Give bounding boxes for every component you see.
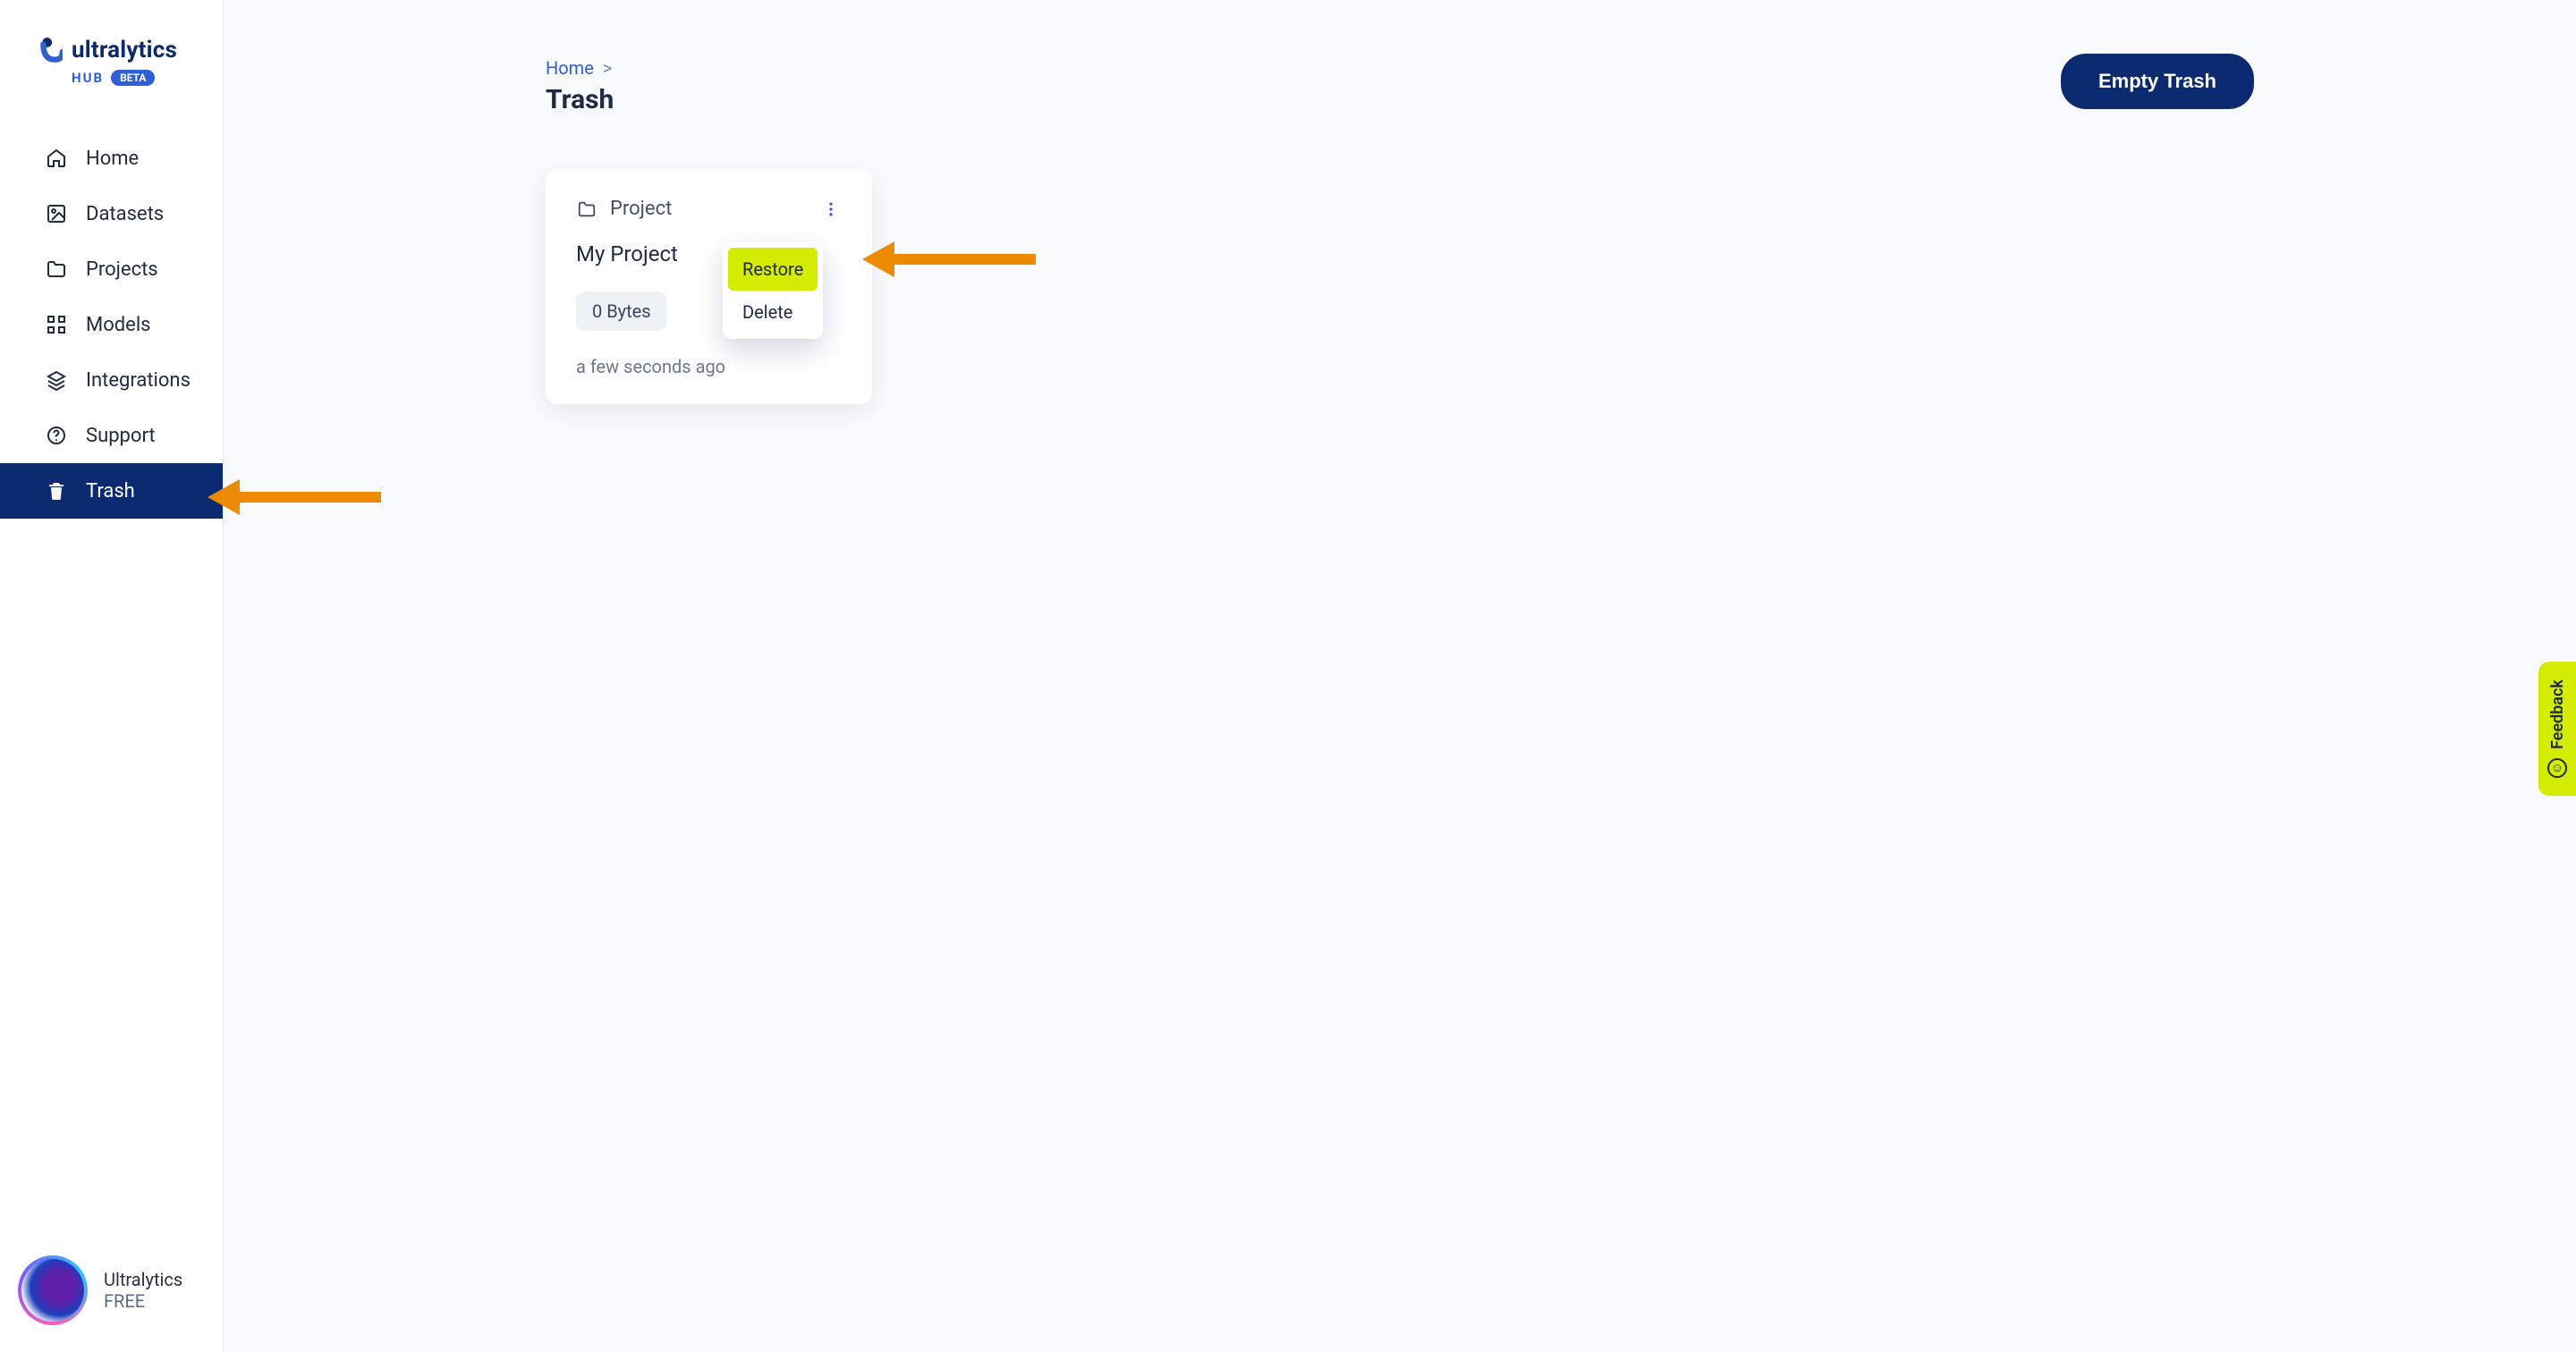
breadcrumb-sep: >	[603, 57, 612, 79]
beta-badge: BETA	[111, 70, 155, 86]
card-size-badge: 0 Bytes	[576, 292, 667, 331]
logo-mark-icon	[38, 34, 64, 66]
sidebar-item-label: Models	[86, 314, 151, 336]
more-vert-icon[interactable]	[820, 199, 842, 220]
card-type-label: Project	[610, 198, 672, 220]
account-name: Ultralytics	[104, 1269, 182, 1290]
menu-item-delete[interactable]: Delete	[723, 291, 823, 334]
trash-icon	[45, 479, 68, 503]
sidebar-item-label: Projects	[86, 258, 158, 281]
breadcrumb: Home >	[546, 57, 614, 79]
sidebar-item-label: Support	[86, 425, 156, 447]
card-time: a few seconds ago	[576, 356, 842, 377]
sidebar: ultralytics HUB BETA Home Datasets Proje…	[0, 0, 224, 1352]
trash-item-card[interactable]: Project My Project 0 Bytes a few seconds…	[546, 169, 872, 404]
sidebar-item-home[interactable]: Home	[0, 131, 223, 186]
folder-icon	[45, 258, 68, 281]
smile-icon: ☺	[2547, 758, 2567, 778]
card-type: Project	[576, 198, 672, 220]
help-icon	[45, 424, 68, 447]
page-title: Trash	[546, 84, 614, 115]
account-area[interactable]: Ultralytics FREE	[0, 1230, 223, 1352]
feedback-label: Feedback	[2548, 680, 2567, 749]
sidebar-item-datasets[interactable]: Datasets	[0, 186, 223, 241]
main: Home > Trash Empty Trash Project My Proj…	[224, 0, 2576, 1352]
sidebar-item-label: Integrations	[86, 369, 191, 392]
sidebar-item-projects[interactable]: Projects	[0, 241, 223, 297]
layers-icon	[45, 368, 68, 392]
sidebar-item-support[interactable]: Support	[0, 408, 223, 463]
card-context-menu: Restore Delete	[723, 242, 823, 339]
sidebar-nav: Home Datasets Projects Models Integratio…	[0, 131, 223, 519]
home-icon	[45, 147, 68, 170]
folder-icon	[576, 199, 597, 220]
empty-trash-button[interactable]: Empty Trash	[2061, 54, 2254, 109]
brand-name: ultralytics	[72, 37, 177, 63]
sidebar-item-models[interactable]: Models	[0, 297, 223, 352]
sidebar-item-label: Trash	[86, 480, 135, 503]
breadcrumb-root[interactable]: Home	[546, 57, 594, 79]
sidebar-item-integrations[interactable]: Integrations	[0, 352, 223, 408]
menu-item-restore[interactable]: Restore	[728, 248, 818, 291]
logo[interactable]: ultralytics HUB BETA	[0, 0, 223, 122]
image-icon	[45, 202, 68, 225]
feedback-tab[interactable]: Feedback ☺	[2538, 662, 2576, 796]
sidebar-item-trash[interactable]: Trash	[0, 463, 223, 519]
model-icon	[45, 313, 68, 336]
brand-sub: HUB	[72, 70, 104, 86]
sidebar-item-label: Datasets	[86, 203, 164, 225]
page-header: Home > Trash Empty Trash	[224, 0, 2576, 115]
sidebar-item-label: Home	[86, 148, 139, 170]
account-plan: FREE	[104, 1290, 182, 1312]
avatar	[18, 1255, 88, 1325]
